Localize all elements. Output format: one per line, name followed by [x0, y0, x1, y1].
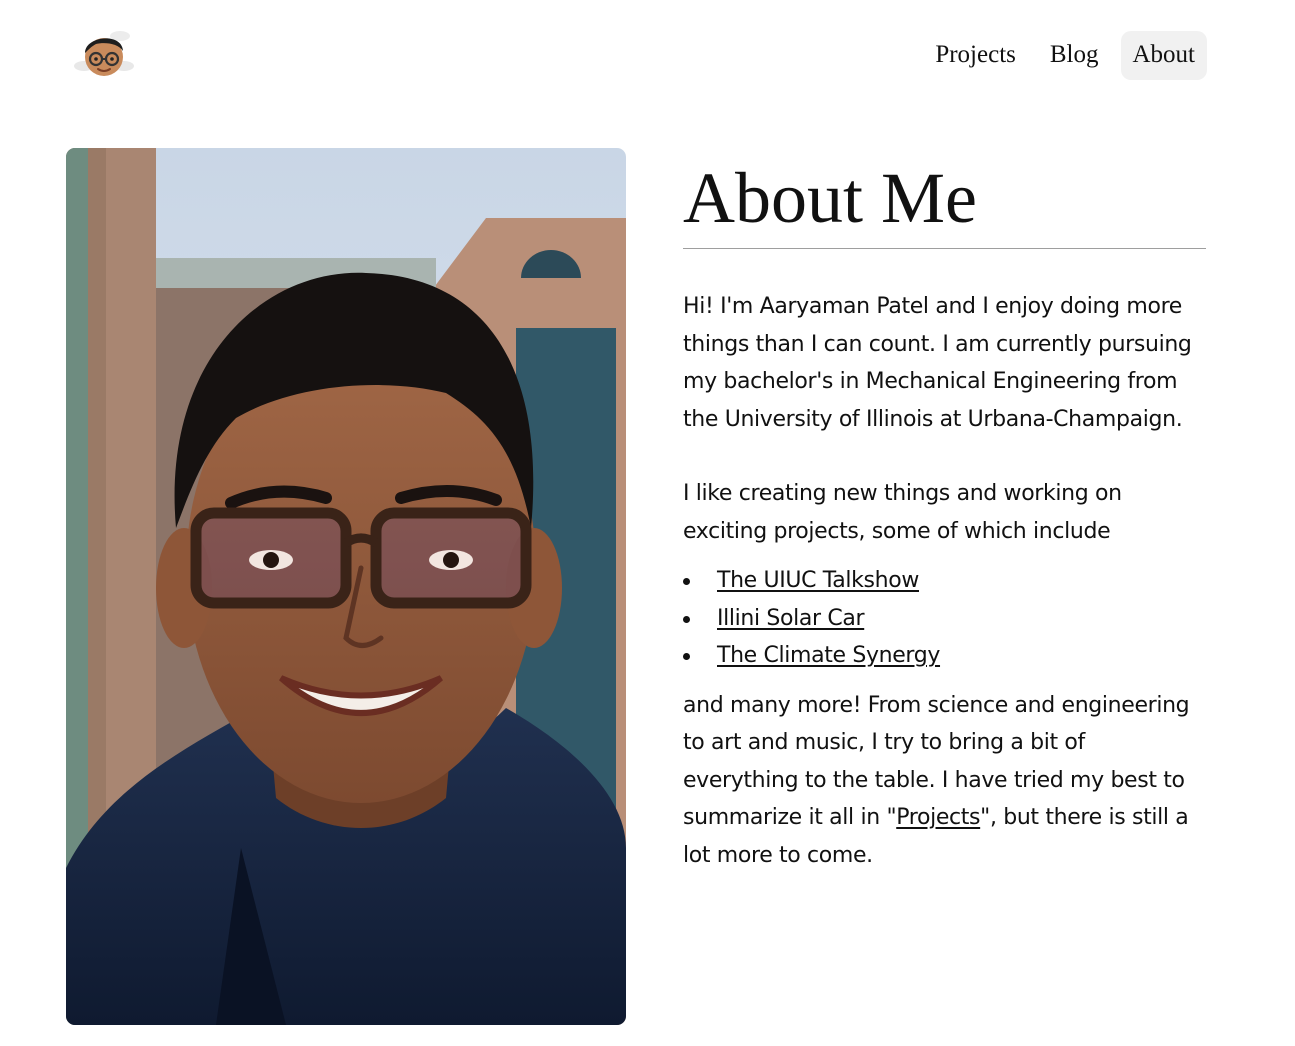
nav-about-link[interactable]: About	[1120, 30, 1207, 80]
intro-paragraph: Hi! I'm Aaryaman Patel and I enjoy doing…	[683, 294, 1192, 432]
list-item: The Climate Synergy	[683, 637, 1206, 675]
home-logo-link[interactable]	[70, 26, 138, 84]
list-item: The UIUC Talkshow	[683, 562, 1206, 600]
title-divider	[683, 248, 1206, 249]
projects-inline-link[interactable]: Projects	[896, 805, 980, 830]
climate-synergy-link[interactable]: The Climate Synergy	[717, 643, 940, 668]
projects-list: The UIUC Talkshow Illini Solar Car The C…	[683, 562, 1206, 675]
bullet-icon	[683, 653, 690, 660]
nav-projects-link[interactable]: Projects	[923, 31, 1028, 80]
portrait-photo	[66, 148, 626, 1025]
uiuc-talkshow-link[interactable]: The UIUC Talkshow	[717, 568, 919, 593]
about-content: About Me Hi! I'm Aaryaman Patel and I en…	[683, 160, 1206, 874]
illini-solar-car-link[interactable]: Illini Solar Car	[717, 606, 865, 631]
projects-intro-paragraph: I like creating new things and working o…	[683, 481, 1122, 544]
bullet-icon	[683, 615, 690, 623]
list-item: Illini Solar Car	[683, 600, 1206, 638]
bullet-icon	[683, 578, 690, 585]
memoji-avatar-icon	[74, 31, 134, 76]
outro-paragraph: and many more! From science and engineer…	[683, 687, 1206, 875]
nav-blog-link[interactable]: Blog	[1038, 31, 1111, 80]
main-nav: Projects Blog About	[923, 30, 1207, 80]
page-title: About Me	[683, 158, 977, 238]
